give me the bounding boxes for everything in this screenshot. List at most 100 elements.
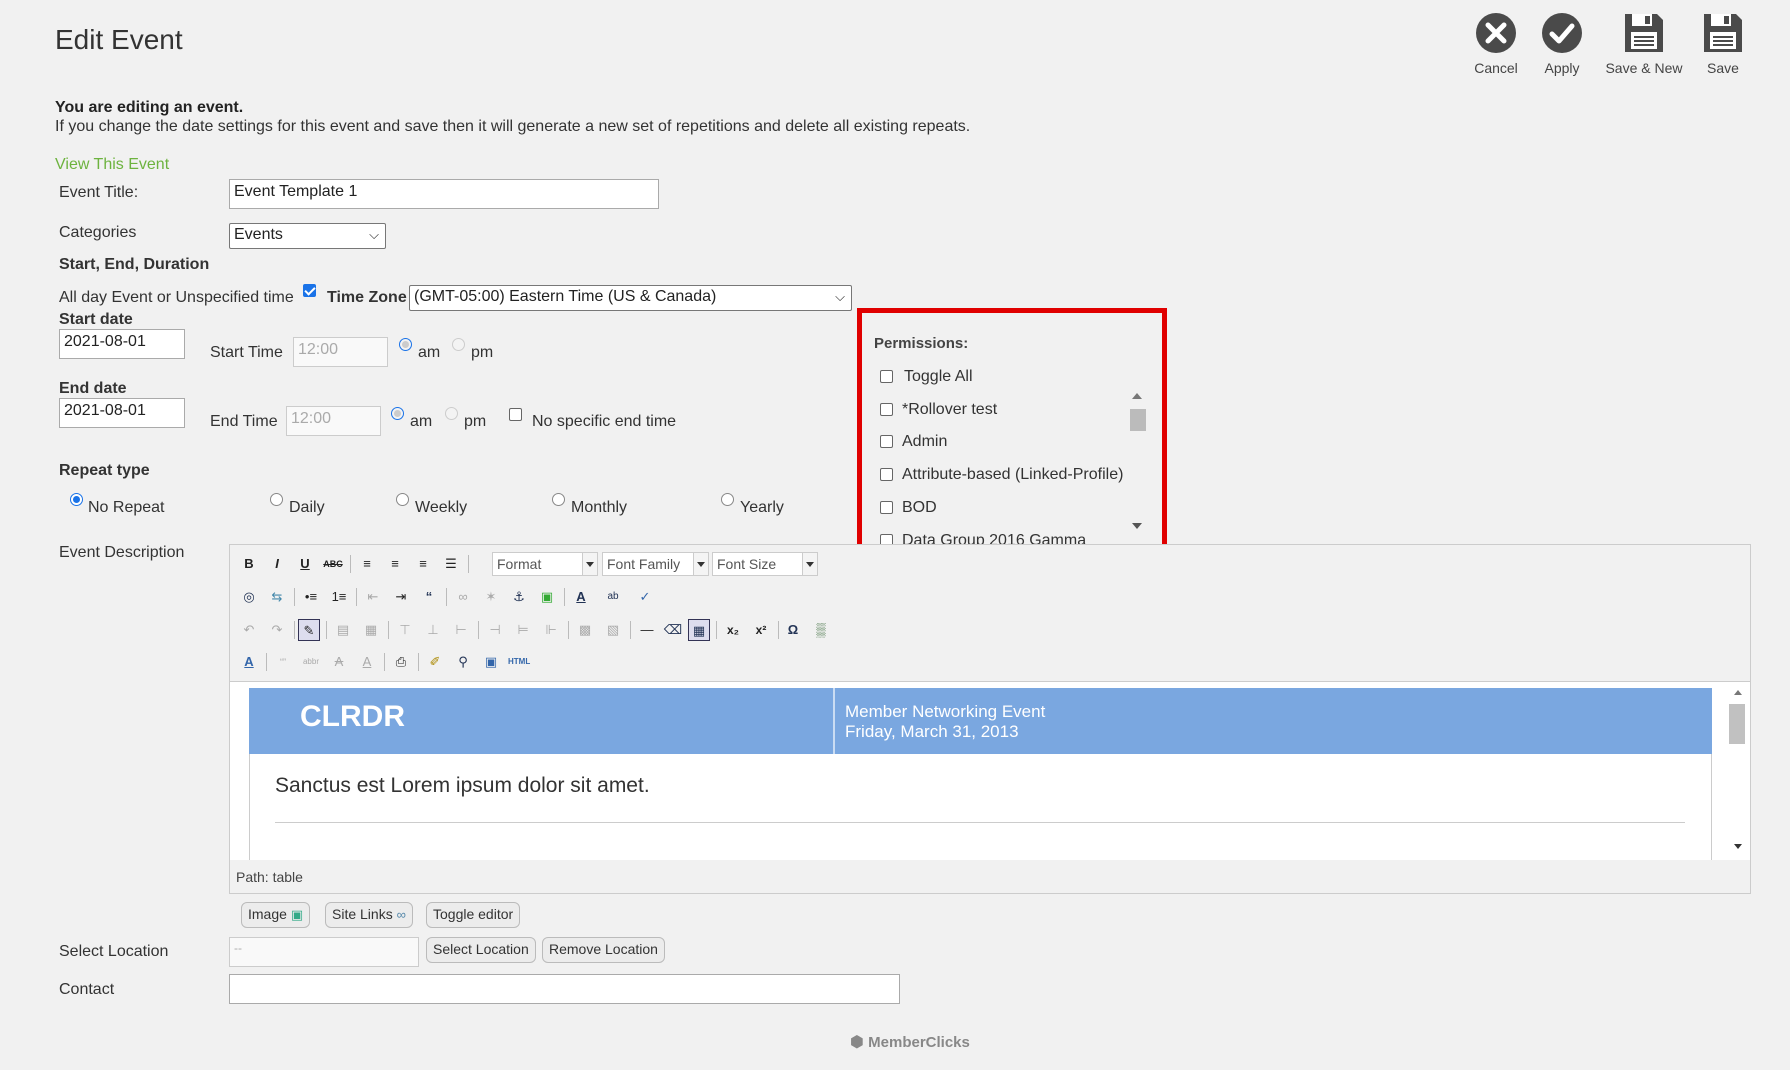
superscript-icon[interactable]: x² <box>750 619 772 641</box>
allday-checkbox[interactable] <box>303 284 316 297</box>
merge-cells-icon[interactable]: ▧ <box>602 619 624 641</box>
apply-button[interactable]: Apply <box>1522 12 1602 76</box>
print-icon[interactable]: ⎙ <box>390 651 412 673</box>
font-size-dropdown[interactable]: Font Size <box>712 552 818 576</box>
separator <box>266 653 267 671</box>
abbr-icon[interactable]: abbr <box>300 651 322 673</box>
start-pm-radio[interactable] <box>452 338 465 351</box>
permission-checkbox[interactable] <box>880 403 893 416</box>
strikethrough-icon[interactable]: ABC <box>322 553 344 575</box>
timezone-select[interactable]: (GMT-05:00) Eastern Time (US & Canada) ⌵ <box>409 285 852 311</box>
insert-image-button[interactable]: Image ▣ <box>241 902 311 928</box>
align-right-icon[interactable]: ≡ <box>412 553 434 575</box>
fullscreen-icon[interactable]: ▣ <box>480 651 502 673</box>
subscript-icon[interactable]: x₂ <box>722 619 744 641</box>
permission-checkbox[interactable] <box>880 435 893 448</box>
table-cell-props-icon[interactable]: ▦ <box>360 619 382 641</box>
permission-checkbox[interactable] <box>880 468 893 481</box>
repeat-daily-radio[interactable] <box>270 493 283 506</box>
align-justify-icon[interactable]: ☰ <box>440 553 462 575</box>
horizontal-rule-icon[interactable]: — <box>636 619 658 641</box>
cleanup-icon[interactable]: ✐ <box>424 651 446 673</box>
permission-checkbox[interactable] <box>880 501 893 514</box>
repeat-monthly-radio[interactable] <box>552 493 565 506</box>
underline-icon[interactable]: U <box>294 553 316 575</box>
text-color-icon[interactable]: A <box>570 586 592 608</box>
outdent-icon[interactable]: ⇤ <box>362 586 384 608</box>
format-dropdown[interactable]: Format <box>492 552 598 576</box>
link-icon[interactable]: ∞ <box>452 586 474 608</box>
bullet-list-icon[interactable]: •≡ <box>300 586 322 608</box>
styles-icon[interactable]: A <box>238 651 260 673</box>
site-links-button[interactable]: Site Links ∞ <box>325 902 413 928</box>
save-new-button[interactable]: Save & New <box>1601 12 1687 76</box>
indent-icon[interactable]: ⇥ <box>390 586 412 608</box>
repeat-weekly-radio[interactable] <box>396 493 409 506</box>
repeat-none-radio[interactable] <box>70 493 83 506</box>
end-time-input[interactable]: 12:00 <box>286 406 381 436</box>
end-am-radio[interactable] <box>391 407 404 420</box>
image-icon[interactable]: ▣ <box>536 586 558 608</box>
replace-icon[interactable]: ⇆ <box>266 586 288 608</box>
location-input[interactable]: -- <box>229 937 419 967</box>
no-end-time-checkbox[interactable] <box>509 408 522 421</box>
delete-row-icon[interactable]: ⊢ <box>450 619 472 641</box>
scroll-down-arrow[interactable] <box>1132 523 1142 529</box>
preview-icon[interactable]: ⚲ <box>452 651 474 673</box>
highlight-icon[interactable]: ab <box>602 586 624 608</box>
scrollbar-thumb[interactable] <box>1729 704 1745 744</box>
scroll-up-arrow[interactable] <box>1734 690 1742 695</box>
cite-icon[interactable]: “” <box>272 651 294 673</box>
editor-content-area[interactable]: CLRDR Member Networking Event Friday, Ma… <box>230 681 1750 860</box>
blockquote-icon[interactable]: “ <box>418 586 440 608</box>
scroll-up-arrow[interactable] <box>1132 393 1142 399</box>
html-icon[interactable]: HTML <box>508 651 530 673</box>
unlink-icon[interactable]: ✶ <box>480 586 502 608</box>
path-value[interactable]: table <box>273 869 303 885</box>
categories-select[interactable]: Events ⌵ <box>229 223 386 249</box>
save-button[interactable]: Save <box>1683 12 1763 76</box>
repeat-yearly-radio[interactable] <box>721 493 734 506</box>
bold-icon[interactable]: B <box>238 553 260 575</box>
contact-input[interactable] <box>229 974 900 1004</box>
scrollbar-thumb[interactable] <box>1130 409 1146 431</box>
find-icon[interactable]: ◎ <box>238 586 260 608</box>
view-event-link[interactable]: View This Event <box>55 156 169 174</box>
media-icon[interactable]: ▒ <box>810 619 832 641</box>
permission-checkbox[interactable] <box>880 370 893 383</box>
special-char-icon[interactable]: Ω <box>782 619 804 641</box>
eraser-icon[interactable]: ⌫ <box>662 619 684 641</box>
ins-icon[interactable]: A <box>356 651 378 673</box>
remove-location-button[interactable]: Remove Location <box>542 937 665 963</box>
start-time-input[interactable]: 12:00 <box>293 337 388 367</box>
toggle-editor-button[interactable]: Toggle editor <box>426 902 521 928</box>
font-family-dropdown[interactable]: Font Family <box>602 552 709 576</box>
del-icon[interactable]: A <box>328 651 350 673</box>
end-pm-radio[interactable] <box>445 407 458 420</box>
align-left-icon[interactable]: ≡ <box>356 553 378 575</box>
select-location-label: Select Location <box>59 943 169 960</box>
insert-row-before-icon[interactable]: ⊤ <box>394 619 416 641</box>
align-center-icon[interactable]: ≡ <box>384 553 406 575</box>
edit-visual-icon[interactable]: ✎ <box>298 619 320 641</box>
anchor-icon[interactable]: ⚓ <box>508 586 530 608</box>
split-cells-icon[interactable]: ▩ <box>574 619 596 641</box>
insert-col-after-icon[interactable]: ⊨ <box>512 619 534 641</box>
redo-icon[interactable]: ↷ <box>266 619 288 641</box>
insert-col-before-icon[interactable]: ⊣ <box>484 619 506 641</box>
start-am-radio[interactable] <box>399 338 412 351</box>
table-icon[interactable]: ▦ <box>688 619 710 641</box>
event-title-input[interactable]: Event Template 1 <box>229 179 659 209</box>
insert-row-after-icon[interactable]: ⊥ <box>422 619 444 641</box>
undo-icon[interactable]: ↶ <box>238 619 260 641</box>
italic-icon[interactable]: I <box>266 553 288 575</box>
scroll-down-arrow[interactable] <box>1734 844 1742 849</box>
delete-col-icon[interactable]: ⊩ <box>540 619 562 641</box>
select-location-button[interactable]: Select Location <box>426 937 536 963</box>
spellcheck-icon[interactable]: ✓ <box>634 586 656 608</box>
table-row-props-icon[interactable]: ▤ <box>332 619 354 641</box>
end-date-input[interactable]: 2021-08-01 <box>59 398 185 428</box>
numbered-list-icon[interactable]: 1≡ <box>328 586 350 608</box>
chevron-down-icon <box>582 553 597 575</box>
start-date-input[interactable]: 2021-08-01 <box>59 329 185 359</box>
